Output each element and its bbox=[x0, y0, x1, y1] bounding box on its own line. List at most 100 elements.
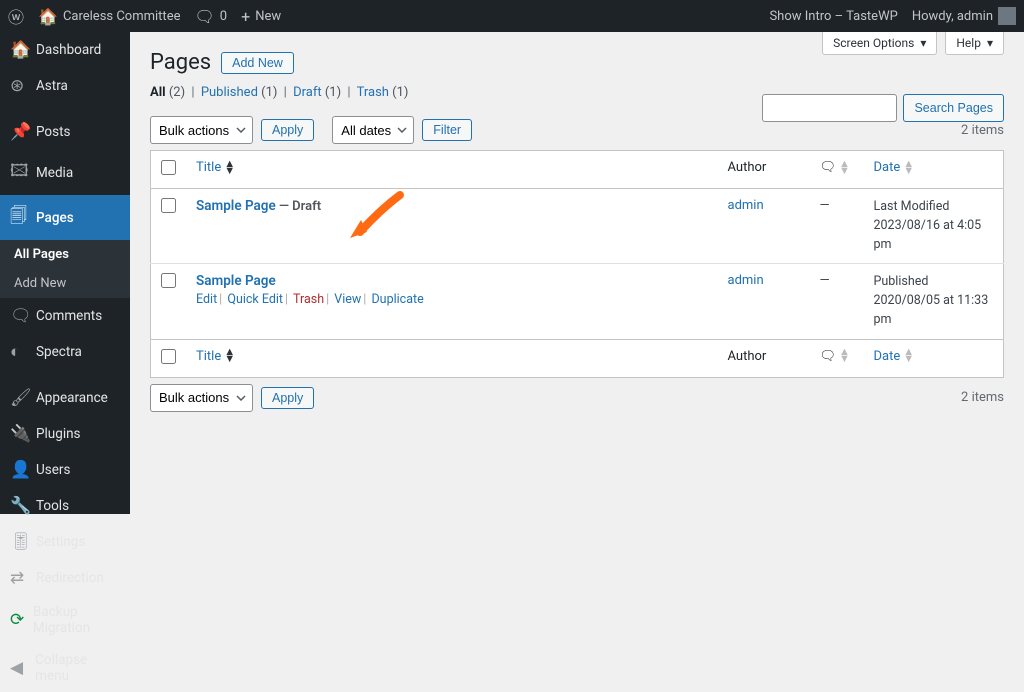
col-title[interactable]: Title▲▼ bbox=[186, 151, 718, 189]
sidebar-item-posts[interactable]: 📌Posts bbox=[0, 114, 130, 150]
sidebar-item-appearance[interactable]: 🖌Appearance bbox=[0, 380, 130, 416]
wordpress-icon: ⓦ bbox=[8, 4, 24, 28]
action-view[interactable]: View bbox=[334, 292, 361, 307]
filter-all[interactable]: All bbox=[150, 85, 166, 100]
home-icon: 🏠 bbox=[38, 7, 58, 26]
search-button[interactable]: Search Pages bbox=[903, 94, 1004, 122]
sort-icon: ▲▼ bbox=[839, 161, 850, 174]
sidebar-item-dashboard[interactable]: 🏠Dashboard bbox=[0, 32, 130, 68]
page-title: Pages bbox=[150, 50, 211, 75]
avatar bbox=[998, 7, 1016, 25]
howdy-label: Howdy, admin bbox=[912, 9, 993, 24]
admin-sidebar: 🏠Dashboard ⊛Astra 📌Posts 🖾Media 🗐Pages A… bbox=[0, 32, 130, 514]
site-link[interactable]: 🏠 Careless Committee bbox=[38, 7, 180, 26]
table-row: Sample Page — Draft admin — Last Modifie… bbox=[151, 189, 1004, 264]
sidebar-item-pages[interactable]: 🗐Pages bbox=[0, 195, 130, 240]
row-comments: — bbox=[810, 264, 864, 339]
brush-icon: 🖌 bbox=[10, 388, 28, 408]
table-row: Sample Page Edit| Quick Edit| Trash| Vie… bbox=[151, 264, 1004, 339]
sidebar-item-redirection[interactable]: ⇄Redirection bbox=[0, 560, 130, 596]
comment-bubble-icon: 🗨 bbox=[820, 349, 837, 364]
redirect-icon: ⇄ bbox=[10, 568, 28, 588]
select-all-bottom[interactable] bbox=[161, 349, 176, 364]
search-input[interactable] bbox=[762, 94, 897, 122]
wrench-icon: 🔧 bbox=[10, 496, 28, 516]
comments-icon: 🗨 bbox=[10, 306, 28, 326]
select-all-top[interactable] bbox=[161, 160, 176, 175]
sort-icon: ▲▼ bbox=[839, 349, 850, 362]
pages-submenu: All Pages Add New bbox=[0, 240, 130, 298]
col-title-foot[interactable]: Title▲▼ bbox=[186, 339, 718, 377]
spectra-icon: ◐ bbox=[10, 342, 28, 362]
action-quick-edit[interactable]: Quick Edit bbox=[227, 292, 283, 307]
apply-button-bottom[interactable]: Apply bbox=[261, 387, 314, 409]
col-date[interactable]: Date▲▼ bbox=[864, 151, 1004, 189]
date-filter-select[interactable]: All dates bbox=[332, 116, 414, 144]
astra-icon: ⊛ bbox=[10, 76, 28, 96]
col-author-foot[interactable]: Author bbox=[718, 339, 810, 377]
collapse-icon: ◀ bbox=[10, 658, 27, 678]
col-author[interactable]: Author bbox=[718, 151, 810, 189]
row-comments: — bbox=[810, 189, 864, 264]
sort-icon: ▲▼ bbox=[224, 349, 235, 362]
add-new-button[interactable]: Add New bbox=[221, 52, 294, 74]
action-duplicate[interactable]: Duplicate bbox=[371, 292, 423, 307]
bulk-actions-select[interactable]: Bulk actions bbox=[150, 116, 253, 144]
bulk-actions-select-bottom[interactable]: Bulk actions bbox=[150, 384, 253, 412]
filter-button[interactable]: Filter bbox=[422, 119, 472, 141]
show-intro[interactable]: Show Intro – TasteWP bbox=[769, 9, 897, 24]
sidebar-item-media[interactable]: 🖾Media bbox=[0, 150, 130, 195]
sidebar-item-spectra[interactable]: ◐Spectra bbox=[0, 334, 130, 370]
sidebar-item-comments[interactable]: 🗨Comments bbox=[0, 298, 130, 334]
action-trash[interactable]: Trash bbox=[293, 292, 324, 307]
col-comments-foot[interactable]: 🗨▲▼ bbox=[810, 339, 864, 377]
media-icon: 🖾 bbox=[10, 158, 28, 187]
wp-logo[interactable]: ⓦ bbox=[8, 4, 24, 28]
screen-options-tab[interactable]: Screen Options▾ bbox=[822, 32, 937, 55]
col-date-foot[interactable]: Date▲▼ bbox=[864, 339, 1004, 377]
comments-link[interactable]: 🗨0 bbox=[194, 7, 227, 26]
row-checkbox[interactable] bbox=[161, 198, 176, 213]
row-author[interactable]: admin bbox=[728, 198, 764, 213]
comment-icon: 🗨 bbox=[194, 7, 214, 26]
sort-icon: ▲▼ bbox=[903, 161, 914, 174]
page-icon: 🗐 bbox=[10, 203, 28, 232]
site-name: Careless Committee bbox=[63, 9, 181, 24]
sidebar-item-plugins[interactable]: 🔌Plugins bbox=[0, 416, 130, 452]
backup-icon: ⟳ bbox=[10, 610, 25, 630]
sidebar-item-tools[interactable]: 🔧Tools bbox=[0, 488, 130, 524]
filter-trash[interactable]: Trash bbox=[357, 85, 389, 100]
dashboard-icon: 🏠 bbox=[10, 40, 28, 60]
chevron-down-icon: ▾ bbox=[987, 36, 993, 50]
user-icon: 👤 bbox=[10, 460, 28, 480]
row-author[interactable]: admin bbox=[728, 273, 764, 288]
filter-draft[interactable]: Draft bbox=[293, 85, 322, 100]
filter-published[interactable]: Published bbox=[201, 85, 258, 100]
apply-button-top[interactable]: Apply bbox=[261, 119, 314, 141]
items-count-top: 2 items bbox=[961, 123, 1004, 138]
col-comments[interactable]: 🗨▲▼ bbox=[810, 151, 864, 189]
comments-count: 0 bbox=[220, 9, 227, 24]
items-count-bottom: 2 items bbox=[961, 390, 1004, 405]
sidebar-item-backup[interactable]: ⟳Backup Migration bbox=[0, 596, 130, 644]
sidebar-item-astra[interactable]: ⊛Astra bbox=[0, 68, 130, 104]
sort-icon: ▲▼ bbox=[903, 349, 914, 362]
action-edit[interactable]: Edit bbox=[196, 292, 217, 307]
submenu-add-new[interactable]: Add New bbox=[0, 269, 130, 298]
row-title[interactable]: Sample Page bbox=[196, 198, 276, 214]
pin-icon: 📌 bbox=[10, 122, 28, 142]
sidebar-item-settings[interactable]: 🎚Settings bbox=[0, 524, 130, 560]
howdy-user[interactable]: Howdy, admin bbox=[912, 7, 1016, 25]
sidebar-item-users[interactable]: 👤Users bbox=[0, 452, 130, 488]
row-title[interactable]: Sample Page bbox=[196, 273, 276, 289]
sidebar-item-collapse[interactable]: ◀Collapse menu bbox=[0, 644, 130, 692]
help-tab[interactable]: Help▾ bbox=[945, 32, 1004, 55]
plug-icon: 🔌 bbox=[10, 424, 28, 444]
row-date: Published2020/08/05 at 11:33 pm bbox=[864, 264, 1004, 339]
submenu-all-pages[interactable]: All Pages bbox=[0, 240, 130, 269]
row-state: — Draft bbox=[279, 199, 321, 214]
new-label: New bbox=[255, 9, 281, 24]
admin-bar: ⓦ 🏠Careless Committee 🗨0 +New Show Intro… bbox=[0, 0, 1024, 32]
new-link[interactable]: +New bbox=[241, 7, 281, 26]
row-checkbox[interactable] bbox=[161, 273, 176, 288]
